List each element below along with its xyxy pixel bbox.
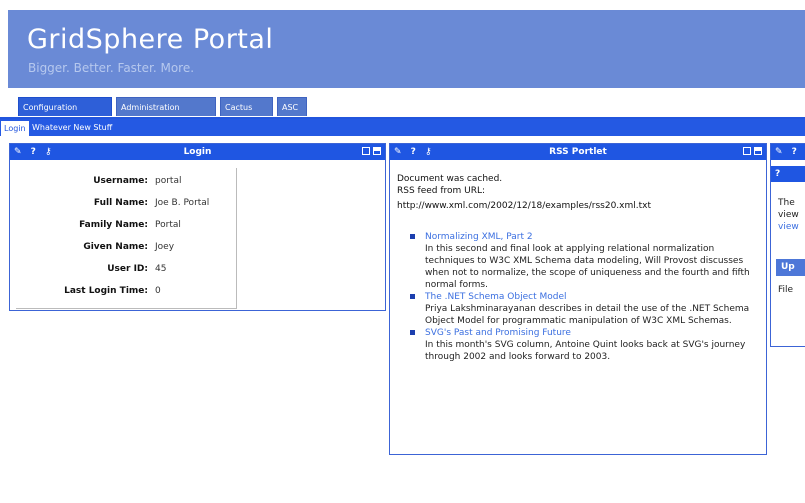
list-item: Normalizing XML, Part 2 In this second a… bbox=[410, 231, 762, 291]
login-row-family-name: Family Name: Portal bbox=[16, 218, 236, 232]
login-portlet: ✎ ? ⚷ Login Username: portal Full Name: … bbox=[9, 143, 386, 311]
rss-feed-label: RSS feed from URL: bbox=[397, 186, 486, 196]
label-user-id: User ID: bbox=[107, 264, 148, 274]
rss-portlet: ✎ ? ⚷ RSS Portlet Document was cached. R… bbox=[389, 143, 767, 455]
login-row-last-login: Last Login Time: 0 bbox=[16, 284, 236, 298]
login-row-username: Username: portal bbox=[16, 174, 236, 188]
tab-configuration[interactable]: Configuration bbox=[18, 97, 112, 116]
tab-administration[interactable]: Administration bbox=[116, 97, 216, 116]
value-last-login-time: 0 bbox=[155, 286, 161, 296]
rss-item-description: In this second and final look at applyin… bbox=[425, 244, 750, 290]
label-given-name: Given Name: bbox=[83, 242, 148, 252]
minimize-icon[interactable] bbox=[743, 147, 751, 155]
bullet-icon bbox=[410, 330, 415, 335]
label-full-name: Full Name: bbox=[93, 198, 148, 208]
sub-navigation: Login Whatever New Stuff bbox=[0, 119, 805, 136]
rss-item-link[interactable]: Normalizing XML, Part 2 bbox=[425, 231, 762, 243]
bullet-icon bbox=[410, 234, 415, 239]
site-tagline: Bigger. Better. Faster. More. bbox=[28, 61, 195, 75]
rss-item-link[interactable]: SVG's Past and Promising Future bbox=[425, 327, 762, 339]
bullet-icon bbox=[410, 294, 415, 299]
third-portlet-link[interactable]: view bbox=[778, 221, 799, 233]
label-last-login-time: Last Login Time: bbox=[64, 286, 148, 296]
window-controls bbox=[359, 147, 381, 166]
minimize-icon[interactable] bbox=[362, 147, 370, 155]
third-portlet-text-2: view bbox=[778, 210, 799, 220]
rss-portlet-title: RSS Portlet bbox=[549, 147, 607, 157]
login-details: Username: portal Full Name: Joe B. Porta… bbox=[16, 168, 237, 309]
third-portlet: ✎ ? ⚷ ? The view view Up File bbox=[770, 143, 805, 347]
site-title: GridSphere Portal bbox=[27, 24, 274, 55]
login-row-full-name: Full Name: Joe B. Portal bbox=[16, 196, 236, 210]
value-given-name: Joey bbox=[155, 242, 175, 252]
tab-cactus[interactable]: Cactus bbox=[220, 97, 273, 116]
label-username: Username: bbox=[93, 176, 148, 186]
upload-button[interactable]: Up bbox=[776, 259, 805, 276]
value-username: portal bbox=[155, 176, 182, 186]
tab-asc[interactable]: ASC bbox=[277, 97, 307, 116]
rss-item-list: Normalizing XML, Part 2 In this second a… bbox=[410, 231, 762, 363]
subtab-login[interactable]: Login bbox=[1, 121, 29, 136]
rss-item-link[interactable]: The .NET Schema Object Model bbox=[425, 291, 762, 303]
rss-feed-url: http://www.xml.com/2002/12/18/examples/r… bbox=[397, 201, 651, 211]
value-family-name: Portal bbox=[155, 220, 181, 230]
maximize-icon[interactable] bbox=[754, 147, 762, 155]
rss-item-description: Priya Lakshminarayanan describes in deta… bbox=[425, 304, 750, 326]
value-full-name: Joe B. Portal bbox=[155, 198, 210, 208]
inner-titlebar: ? bbox=[771, 166, 805, 182]
file-label: File bbox=[778, 285, 794, 295]
third-portlet-text-1: The bbox=[778, 198, 795, 208]
login-portlet-titlebar: ✎ ? ⚷ Login bbox=[10, 144, 385, 160]
login-row-user-id: User ID: 45 bbox=[16, 262, 236, 276]
portal-header: GridSphere Portal Bigger. Better. Faster… bbox=[8, 10, 805, 88]
rss-portlet-titlebar: ✎ ? ⚷ RSS Portlet bbox=[390, 144, 766, 160]
subtab-whatever-new-stuff[interactable]: Whatever New Stuff bbox=[32, 121, 112, 134]
third-portlet-titlebar: ✎ ? ⚷ bbox=[771, 144, 805, 173]
value-user-id: 45 bbox=[155, 264, 167, 274]
window-controls bbox=[740, 147, 762, 166]
rss-item-description: In this month's SVG column, Antoine Quin… bbox=[425, 340, 746, 362]
login-row-given-name: Given Name: Joey bbox=[16, 240, 236, 254]
list-item: The .NET Schema Object Model Priya Laksh… bbox=[410, 291, 762, 327]
maximize-icon[interactable] bbox=[373, 147, 381, 155]
inner-title-partial: ? bbox=[775, 169, 781, 179]
list-item: SVG's Past and Promising Future In this … bbox=[410, 327, 762, 363]
label-family-name: Family Name: bbox=[79, 220, 148, 230]
login-portlet-title: Login bbox=[183, 147, 212, 157]
rss-cached-status: Document was cached. bbox=[397, 174, 503, 184]
